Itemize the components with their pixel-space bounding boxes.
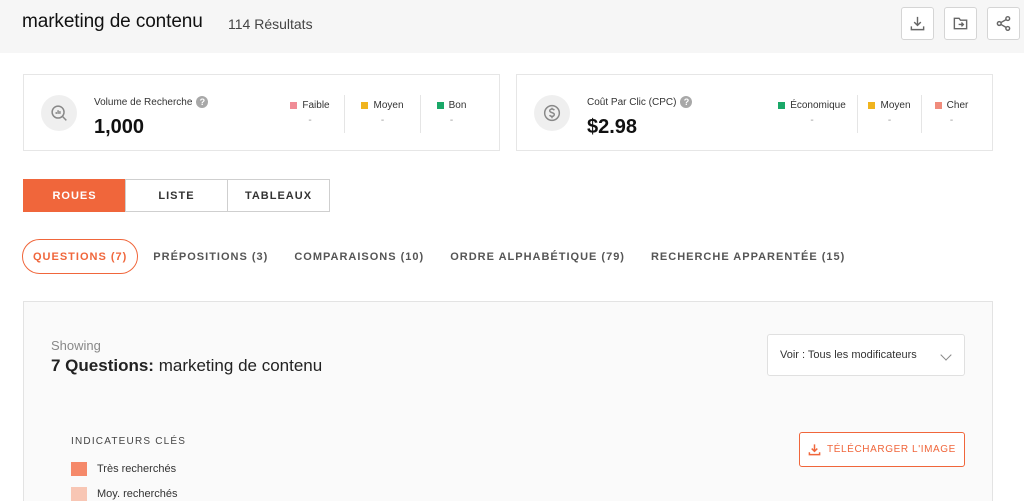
top-actions bbox=[901, 7, 1020, 40]
indicator-swatch bbox=[71, 462, 87, 476]
indicator-swatch bbox=[71, 487, 87, 501]
download-image-button[interactable]: TÉLÉCHARGER L'IMAGE bbox=[799, 432, 965, 467]
panel-heading: 7 Questions: marketing de contenu bbox=[51, 356, 323, 375]
tab-liste[interactable]: LISTE bbox=[125, 179, 228, 212]
share-icon bbox=[996, 15, 1011, 32]
view-tabs: ROUES LISTE TABLEAUX bbox=[23, 179, 330, 212]
tab-prepositions[interactable]: PRÉPOSITIONS (3) bbox=[140, 239, 281, 274]
search-volume-value: 1,000 bbox=[94, 116, 145, 138]
cpc-value: $2.98 bbox=[587, 116, 638, 138]
modifier-select[interactable]: Voir : Tous les modificateurs bbox=[767, 334, 965, 376]
indicator-item: Moy. recherchés bbox=[71, 487, 178, 501]
cpc-card: Coût Par Clic (CPC) ? $2.98 Économique -… bbox=[516, 74, 993, 151]
tab-ordre-alphabetique[interactable]: ORDRE ALPHABÉTIQUE (79) bbox=[437, 239, 638, 274]
share-button[interactable] bbox=[987, 7, 1020, 40]
legend-item: Cher - bbox=[921, 95, 981, 133]
tab-tableaux[interactable]: TABLEAUX bbox=[227, 179, 330, 212]
indicator-item: Très recherchés bbox=[71, 462, 176, 476]
tab-comparaisons[interactable]: COMPARAISONS (10) bbox=[281, 239, 437, 274]
cpc-label: Coût Par Clic (CPC) ? bbox=[587, 96, 693, 108]
cpc-legend: Économique - Moyen - Cher - bbox=[767, 95, 981, 133]
legend-item: Faible - bbox=[276, 95, 344, 133]
category-tabs: QUESTIONS (7) PRÉPOSITIONS (3) COMPARAIS… bbox=[22, 239, 858, 274]
help-icon[interactable]: ? bbox=[196, 96, 209, 108]
result-count: 114 Résultats bbox=[228, 16, 313, 32]
export-icon bbox=[953, 17, 968, 30]
tab-recherche-apparentee[interactable]: RECHERCHE APPARENTÉE (15) bbox=[638, 239, 858, 274]
search-volume-card: Volume de Recherche ? 1,000 Faible - Moy… bbox=[23, 74, 500, 151]
download-icon bbox=[910, 16, 925, 31]
download-icon bbox=[808, 444, 821, 456]
download-button[interactable] bbox=[901, 7, 934, 40]
results-panel: Showing 7 Questions: marketing de conten… bbox=[23, 301, 993, 501]
tab-questions[interactable]: QUESTIONS (7) bbox=[22, 239, 139, 274]
indicators-title: INDICATEURS CLÉS bbox=[71, 436, 187, 447]
help-icon[interactable]: ? bbox=[680, 96, 693, 108]
top-bar: marketing de contenu 114 Résultats bbox=[0, 0, 1024, 53]
legend-item: Moyen - bbox=[857, 95, 921, 133]
export-button[interactable] bbox=[944, 7, 977, 40]
dollar-icon bbox=[534, 95, 570, 131]
search-volume-label: Volume de Recherche ? bbox=[94, 96, 209, 108]
search-volume-legend: Faible - Moyen - Bon - bbox=[276, 95, 482, 133]
search-chart-icon bbox=[41, 95, 77, 131]
page-title: marketing de contenu bbox=[22, 11, 203, 32]
legend-item: Économique - bbox=[767, 95, 857, 133]
legend-item: Bon - bbox=[420, 95, 482, 133]
tab-roues[interactable]: ROUES bbox=[23, 179, 126, 212]
legend-item: Moyen - bbox=[344, 95, 420, 133]
showing-label: Showing bbox=[51, 338, 101, 353]
chevron-down-icon bbox=[940, 349, 952, 361]
